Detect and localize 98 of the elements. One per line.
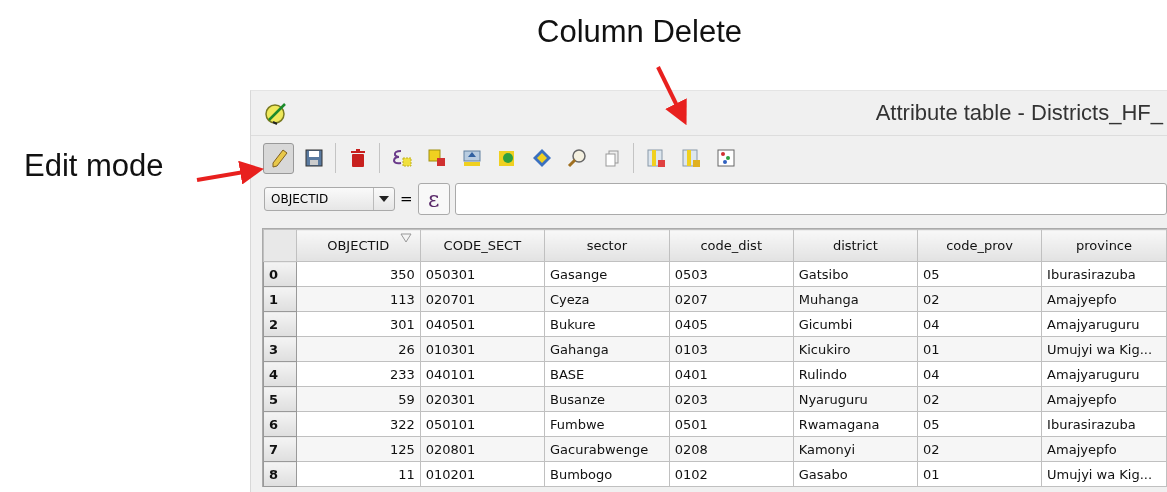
table-cell: 0501 <box>669 411 794 437</box>
column-header[interactable]: sector <box>544 229 670 262</box>
table-cell: 050101 <box>420 411 545 437</box>
table-cell: Gasange <box>544 261 670 287</box>
move-up-icon <box>461 148 482 168</box>
table-cell: Kicukiro <box>793 336 918 362</box>
table-cell: 05 <box>917 411 1042 437</box>
field-dropdown[interactable]: OBJECTID <box>264 187 395 211</box>
row-header[interactable]: 0 <box>263 261 297 287</box>
column-header[interactable]: OBJECTID <box>296 229 421 262</box>
table-cell: Umujyi wa Kig... <box>1041 336 1167 362</box>
magnifier-icon <box>566 148 587 168</box>
table-cell: 301 <box>296 311 421 337</box>
table-cell: 02 <box>917 386 1042 412</box>
table-cell: 0203 <box>669 386 794 412</box>
table-cell: 113 <box>296 286 421 312</box>
table-cell: Amajyepfo <box>1041 286 1167 312</box>
table-cell: Busanze <box>544 386 670 412</box>
table-cell: Kamonyi <box>793 436 918 462</box>
row-header[interactable]: 2 <box>263 311 297 337</box>
table-cell: Gahanga <box>544 336 670 362</box>
table-cell: Umujyi wa Kig... <box>1041 461 1167 487</box>
table-cell: 0207 <box>669 286 794 312</box>
column-header[interactable]: province <box>1041 229 1167 262</box>
table-cell: 26 <box>296 336 421 362</box>
table-cell: Gatsibo <box>793 261 918 287</box>
window-title: Attribute table - Districts_HF_ <box>875 100 1163 126</box>
table-cell: Gicumbi <box>793 311 918 337</box>
table-cell: 0102 <box>669 461 794 487</box>
column-header[interactable]: district <box>793 229 918 262</box>
table-cell: 020701 <box>420 286 545 312</box>
pointer-arrow <box>196 160 264 185</box>
epsilon-selection-icon <box>390 148 413 168</box>
row-header[interactable]: 3 <box>263 336 297 362</box>
table-cell: 59 <box>296 386 421 412</box>
caret-icon <box>379 196 389 202</box>
table-cell: 02 <box>917 436 1042 462</box>
table-cell: 0405 <box>669 311 794 337</box>
column-header[interactable]: code_prov <box>917 229 1042 262</box>
column-remove-icon <box>645 148 666 168</box>
row-header[interactable]: 1 <box>263 286 297 312</box>
table-cell: Rulindo <box>793 361 918 387</box>
table-cell: 02 <box>917 286 1042 312</box>
table-cell: BASE <box>544 361 670 387</box>
table-cell: Muhanga <box>793 286 918 312</box>
table-cell: Amajyepfo <box>1041 386 1167 412</box>
table-cell: 020301 <box>420 386 545 412</box>
table-cell: 0208 <box>669 436 794 462</box>
table-cell: Amajyaruguru <box>1041 311 1167 337</box>
annotation-label: Column Delete <box>537 14 743 49</box>
table-cell: 322 <box>296 411 421 437</box>
table-cell: 11 <box>296 461 421 487</box>
filter-input-field[interactable] <box>454 183 1167 215</box>
table-cell: 125 <box>296 436 421 462</box>
annotation-label: Edit mode <box>24 148 164 183</box>
row-header[interactable]: 8 <box>263 461 297 487</box>
table-cell: Gacurabwenge <box>544 436 670 462</box>
table-cell: 010201 <box>420 461 545 487</box>
table-cell: 010301 <box>420 336 545 362</box>
table-cell: Fumbwe <box>544 411 670 437</box>
table-cell: Cyeza <box>544 286 670 312</box>
table-cell: Iburasirazuba <box>1041 411 1167 437</box>
table-cell: 233 <box>296 361 421 387</box>
table-cell: Bukure <box>544 311 670 337</box>
table-cell: 0401 <box>669 361 794 387</box>
table-cell: Bumbogo <box>544 461 670 487</box>
table-cell: 0103 <box>669 336 794 362</box>
column-header[interactable]: CODE_SECT <box>420 229 545 262</box>
table-cell: 040501 <box>420 311 545 337</box>
row-header[interactable]: 5 <box>263 386 297 412</box>
row-header[interactable]: 7 <box>263 436 297 462</box>
table-cell: 050301 <box>420 261 545 287</box>
column-add-icon <box>680 148 701 168</box>
table-cell: Rwamagana <box>793 411 918 437</box>
app-logo-icon <box>263 100 289 126</box>
table-cell: 01 <box>917 461 1042 487</box>
table-cell: 350 <box>296 261 421 287</box>
square-remove-icon <box>426 148 447 168</box>
table-cell: 04 <box>917 311 1042 337</box>
expression-button[interactable]: ε <box>417 183 450 215</box>
column-header[interactable]: code_dist <box>669 229 794 262</box>
diamond-grid-icon <box>531 148 552 168</box>
operator-label: = <box>400 190 413 208</box>
table-cell: 020801 <box>420 436 545 462</box>
table-cell: Amajyaruguru <box>1041 361 1167 387</box>
table-cell: Nyaruguru <box>793 386 918 412</box>
table-cell: Iburasirazuba <box>1041 261 1167 287</box>
table-cell: 01 <box>917 336 1042 362</box>
table-cell: Gasabo <box>793 461 918 487</box>
pointer-arrow <box>656 66 687 126</box>
table-cell: 04 <box>917 361 1042 387</box>
table-cell: 040101 <box>420 361 545 387</box>
table-cell: 05 <box>917 261 1042 287</box>
table-cell: Amajyepfo <box>1041 436 1167 462</box>
row-header[interactable]: 4 <box>263 361 297 387</box>
table-cell: 0503 <box>669 261 794 287</box>
row-header[interactable]: 6 <box>263 411 297 437</box>
toggle-edit-mode-button[interactable] <box>263 142 294 174</box>
